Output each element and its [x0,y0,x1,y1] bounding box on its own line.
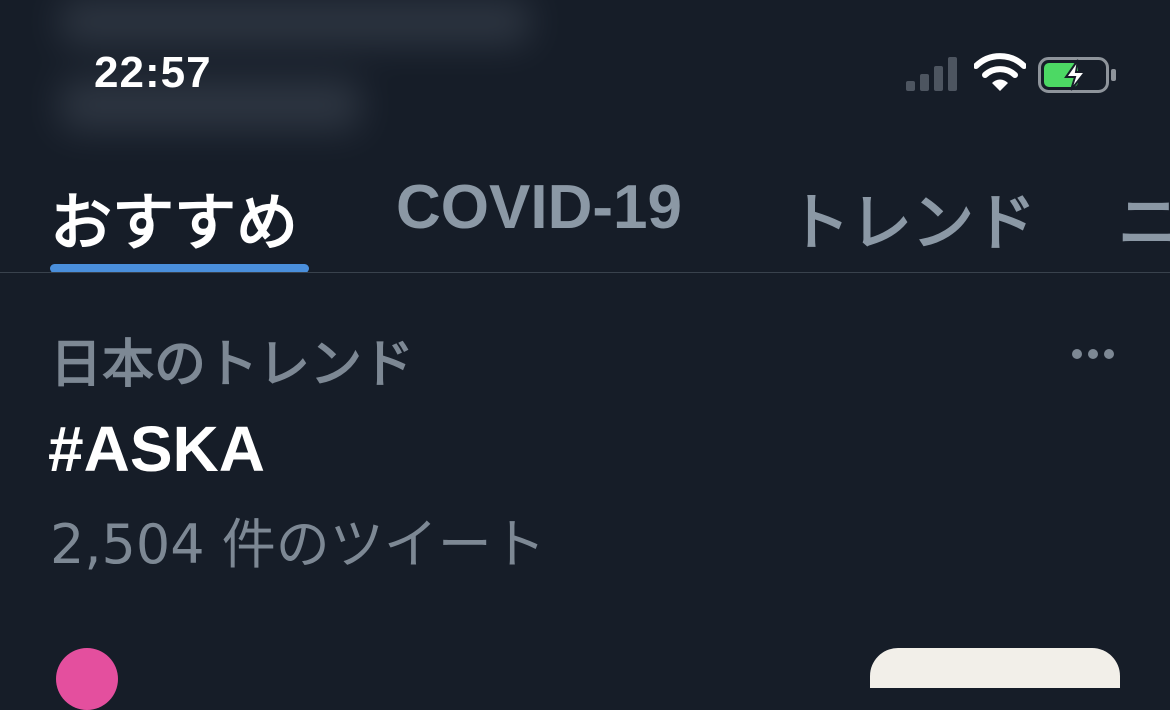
tab-news[interactable]: ニ [1118,172,1170,262]
trend-item[interactable]: 日本のトレンド #ASKA 2,504 件のツイート [0,300,1170,590]
tab-covid-19[interactable]: COVID-19 [396,172,682,243]
tab-trends[interactable]: トレンド [788,172,1036,262]
cellular-signal-icon [906,57,957,91]
media-thumbnail[interactable] [870,648,1120,688]
avatar[interactable] [56,648,118,710]
battery-charging-icon [1038,57,1116,93]
status-time: 22:57 [94,48,212,97]
tab-bar: おすすめ COVID-19 トレンド ニ [0,160,1170,274]
trend-hashtag[interactable]: #ASKA [48,412,265,486]
tab-divider [0,272,1170,273]
tab-recommended[interactable]: おすすめ [50,172,298,262]
trend-tweet-count: 2,504 件のツイート [50,513,546,576]
more-horizontal-icon[interactable] [1068,344,1118,364]
status-bar: 22:57 [0,0,1170,140]
trend-category: 日本のトレンド [50,335,415,395]
wifi-icon [974,53,1026,91]
